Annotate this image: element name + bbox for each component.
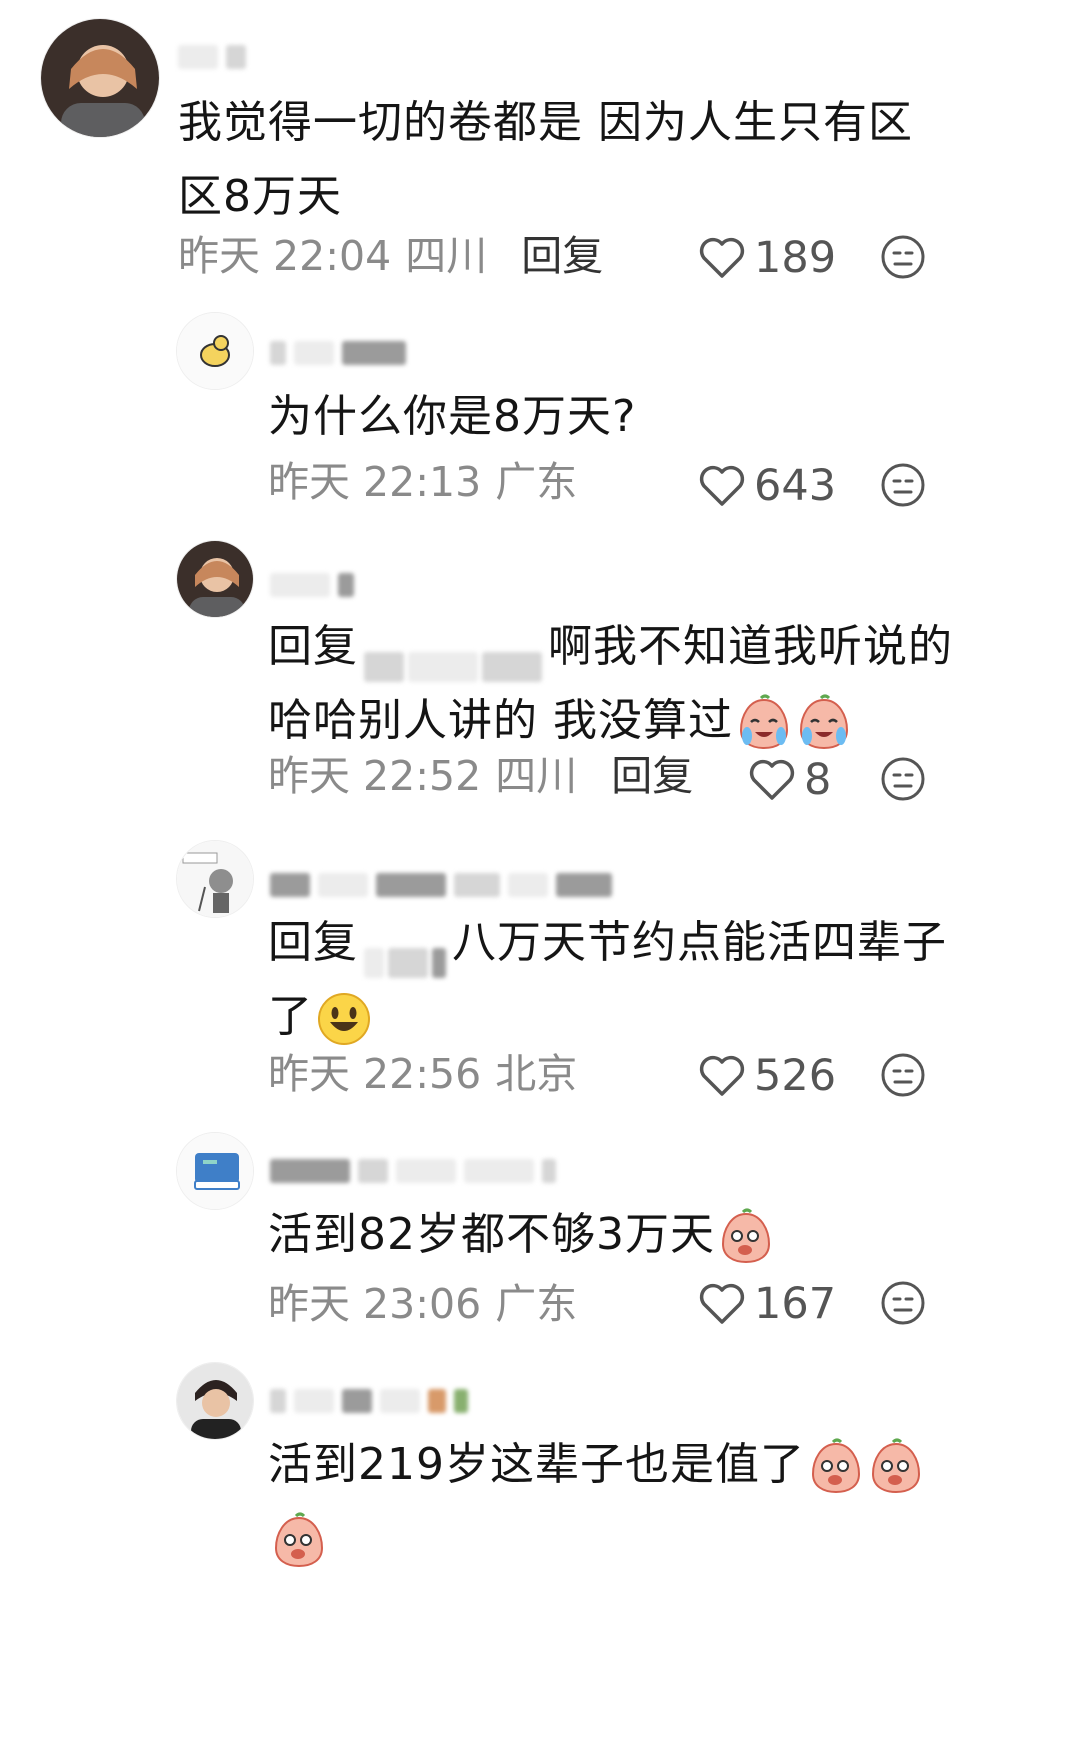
comment-meta: 昨天 22:13 广东 <box>268 452 577 512</box>
like-button[interactable]: 526 <box>698 1046 836 1106</box>
meh-face-icon[interactable] <box>880 756 926 802</box>
avatar[interactable] <box>40 18 160 138</box>
reply-body: 活到82岁都不够3万天 <box>268 1209 715 1260</box>
comment-text: 回复 啊我不知道我听说的 哈哈别人讲的 我没算过 <box>268 610 958 758</box>
heart-outline-icon <box>699 237 745 278</box>
crying-laugh-emoji-icon <box>739 694 789 750</box>
avatar[interactable] <box>176 312 254 390</box>
comment-time: 昨天 22:04 <box>178 232 392 280</box>
comment-text: 为什么你是8万天? <box>268 391 637 442</box>
comment-location: 四川 <box>405 232 488 280</box>
like-count: 526 <box>754 1051 837 1101</box>
peach-face-emoji-icon <box>811 1438 860 1494</box>
like-count: 189 <box>754 233 837 283</box>
comment-location: 四川 <box>495 752 578 800</box>
comment-meta: 昨天 22:52 四川 回复 <box>268 746 693 806</box>
like-count: 643 <box>754 461 837 511</box>
comment-location: 广东 <box>495 1280 578 1328</box>
avatar[interactable] <box>176 1362 254 1440</box>
comment-text: 活到82岁都不够3万天 <box>268 1198 958 1272</box>
meh-face-icon[interactable] <box>880 1280 926 1326</box>
reply-body: 活到219岁这辈子也是值了 <box>268 1439 805 1490</box>
like-button[interactable]: 167 <box>698 1274 836 1334</box>
avatar[interactable] <box>176 840 254 918</box>
peach-face-emoji-icon <box>274 1512 324 1568</box>
username-blurred[interactable] <box>270 1386 468 1416</box>
like-button[interactable]: 8 <box>748 750 831 810</box>
peach-face-emoji-icon <box>721 1208 770 1264</box>
mention-blurred[interactable] <box>364 631 542 682</box>
smile-emoji-icon <box>318 993 370 1045</box>
reply-button[interactable]: 回复 <box>611 746 693 806</box>
meh-face-icon[interactable] <box>880 462 926 508</box>
like-count: 8 <box>804 755 832 805</box>
comment-meta: 昨天 22:56 北京 <box>268 1044 577 1104</box>
comment-text: 活到219岁这辈子也是值了 <box>268 1428 958 1576</box>
heart-outline-icon <box>749 759 795 800</box>
mention-blurred[interactable] <box>364 927 446 978</box>
comment-text: 我觉得一切的卷都是 因为人生只有区区8万天 <box>178 97 913 222</box>
comment-location: 北京 <box>495 1050 578 1098</box>
meh-face-icon[interactable] <box>880 234 926 280</box>
crying-laugh-emoji-icon <box>799 694 849 750</box>
username-blurred[interactable] <box>270 570 354 600</box>
avatar[interactable] <box>176 540 254 618</box>
comment-time: 昨天 22:56 <box>268 1050 482 1098</box>
like-button[interactable]: 643 <box>698 456 836 516</box>
reply-button[interactable]: 回复 <box>521 226 603 286</box>
username-blurred[interactable] <box>270 1156 556 1186</box>
heart-outline-icon <box>699 465 745 506</box>
meh-face-icon[interactable] <box>880 1052 926 1098</box>
avatar[interactable] <box>176 1132 254 1210</box>
comment-time: 昨天 23:06 <box>268 1280 482 1328</box>
like-count: 167 <box>754 1279 837 1329</box>
comment-time: 昨天 22:13 <box>268 458 482 506</box>
username-blurred[interactable] <box>270 338 406 368</box>
heart-outline-icon <box>699 1283 745 1324</box>
comment-text: 回复 八万天节约点能活四辈子了 <box>268 906 958 1054</box>
comment-time: 昨天 22:52 <box>268 752 482 800</box>
comment-meta: 昨天 23:06 广东 <box>268 1274 577 1334</box>
peach-face-emoji-icon <box>871 1438 920 1494</box>
username-blurred[interactable] <box>178 42 246 72</box>
comment-location: 广东 <box>495 458 578 506</box>
username-blurred[interactable] <box>270 870 612 900</box>
like-button[interactable]: 189 <box>698 228 836 288</box>
heart-outline-icon <box>699 1055 745 1096</box>
comment-meta: 昨天 22:04 四川 回复 <box>178 226 603 286</box>
reply-prefix: 回复 <box>268 917 358 968</box>
reply-prefix: 回复 <box>268 621 358 672</box>
